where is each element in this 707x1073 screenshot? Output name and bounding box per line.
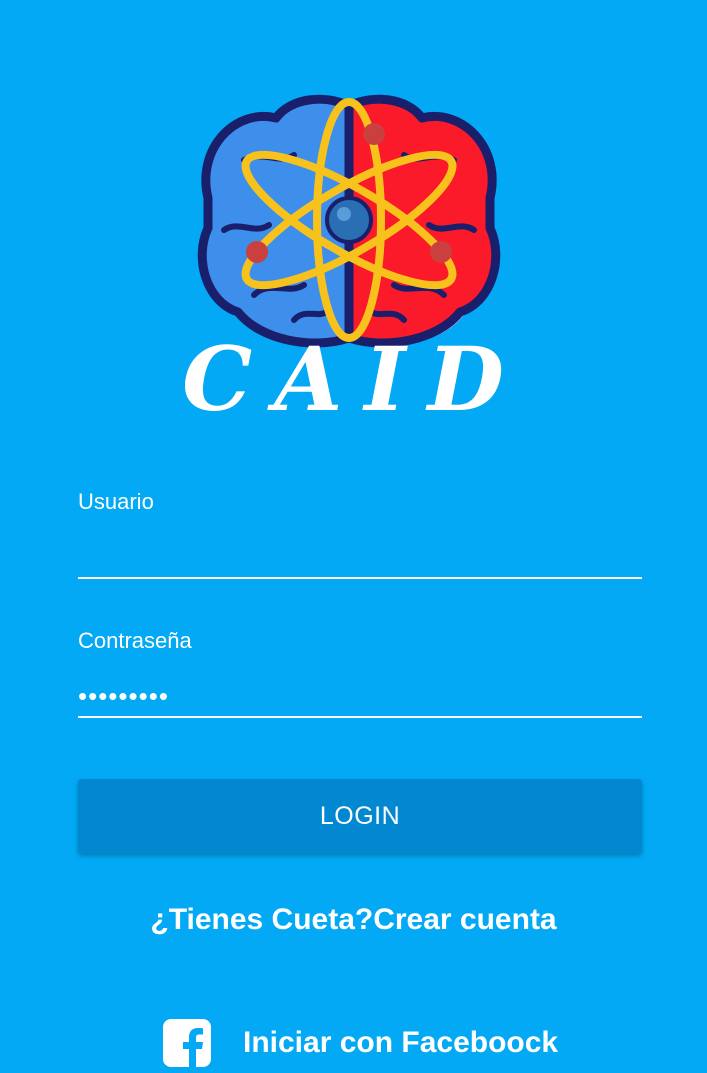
login-button[interactable]: LOGIN: [78, 779, 642, 853]
create-account-link[interactable]: ¿Tienes Cueta?Crear cuenta: [0, 903, 707, 937]
username-field: Usuario: [78, 489, 642, 579]
caid-wordmark: CAID: [182, 327, 526, 430]
username-input[interactable]: [78, 535, 642, 579]
username-label: Usuario: [78, 489, 154, 514]
password-label: Contraseña: [78, 628, 192, 653]
facebook-icon: [163, 1019, 211, 1067]
facebook-login-button[interactable]: Iniciar con Faceboock: [163, 1017, 558, 1069]
facebook-login-label: Iniciar con Faceboock: [243, 1026, 559, 1059]
app-logo: CAID: [0, 80, 707, 430]
password-field: Contraseña •••••••••: [78, 628, 642, 718]
password-input[interactable]: •••••••••: [78, 674, 642, 718]
brain-atom-logo-icon: CAID: [182, 94, 526, 430]
